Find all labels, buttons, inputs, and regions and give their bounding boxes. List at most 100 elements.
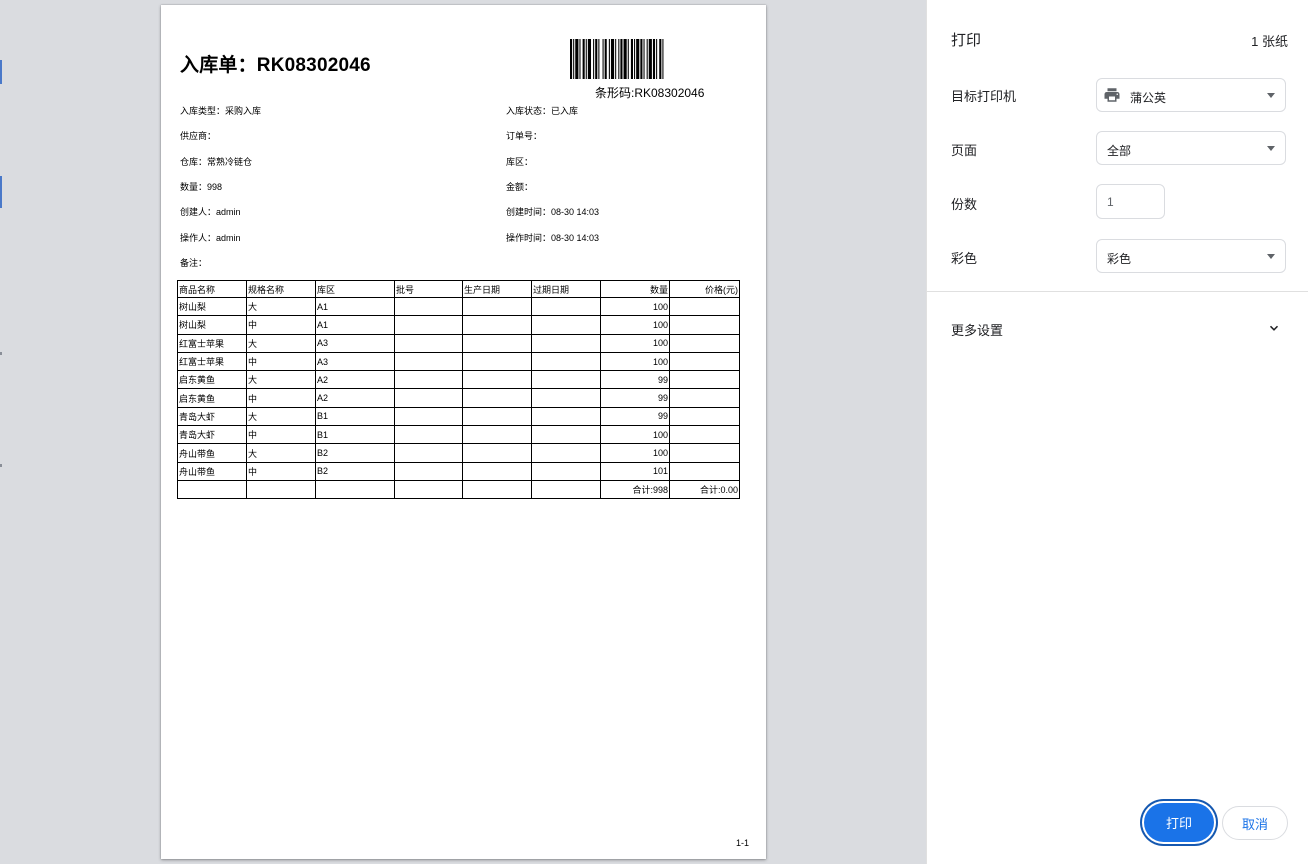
table-cell: [462, 296, 532, 317]
table-cell: [394, 388, 463, 408]
quantity-field: 数量：998: [180, 182, 223, 192]
table-cell: [531, 351, 601, 372]
table-cell: [531, 370, 601, 390]
column-header: 商品名称: [177, 280, 247, 298]
table-cell: [531, 388, 601, 408]
table-cell: [394, 333, 463, 353]
table-cell: 大: [246, 443, 316, 463]
table-cell: 100: [600, 333, 670, 353]
page-number: 1-1: [736, 838, 750, 848]
table-cell: 100: [600, 315, 670, 335]
print-settings-panel: 打印 1 张纸 目标打印机 蒲公英 页面 全部 份数 彩色 彩色 更多设置 打印…: [926, 0, 1308, 864]
table-cell: [669, 388, 740, 408]
column-header: 生产日期: [462, 280, 532, 298]
preview-page: 入库单：RK08302046 条形码:RK08302046 入库类型：采购入库 …: [161, 5, 766, 859]
remark-field: 备注：: [180, 258, 208, 268]
table-cell: 红富士苹果: [177, 333, 247, 353]
table-cell: 100: [600, 443, 670, 463]
document-title: 入库单：RK08302046: [180, 55, 371, 76]
pages-value: 全部: [1107, 144, 1132, 158]
table-cell: [669, 443, 740, 463]
table-cell: A2: [315, 370, 395, 390]
table-cell: [531, 425, 601, 445]
destination-value: 蒲公英: [1130, 91, 1167, 105]
table-cell: 中: [246, 351, 316, 372]
creator-field: 创建人：admin: [180, 207, 241, 217]
destination-select[interactable]: 蒲公英: [1096, 78, 1286, 112]
table-row: 青岛大虾中 B1 100: [177, 425, 740, 445]
items-table: 商品名称 规格名称 库区 批号 生产日期 过期日期 数量 价格(元) 树山梨大 A…: [177, 280, 740, 500]
table-row: 舟山带鱼大 B2 100: [177, 443, 740, 463]
cancel-button[interactable]: 取消: [1222, 806, 1288, 840]
table-cell: [669, 333, 740, 353]
column-header: 数量: [600, 280, 670, 298]
table-cell: 红富士苹果: [177, 351, 247, 372]
table-cell: [462, 406, 532, 427]
table-cell: 99: [600, 388, 670, 408]
table-row: 舟山带鱼中 B2 101: [177, 461, 740, 481]
table-cell: [177, 479, 247, 500]
table-cell: [315, 479, 395, 500]
table-row: 树山梨中 A1 100: [177, 315, 740, 335]
supplier-field: 供应商：: [180, 131, 217, 141]
print-button[interactable]: 打印: [1144, 803, 1214, 842]
table-cell: 树山梨: [177, 315, 247, 335]
pages-label: 页面: [951, 143, 978, 158]
table-cell: [462, 351, 532, 372]
more-settings-toggle[interactable]: 更多设置: [927, 304, 1308, 350]
table-cell: B1: [315, 425, 395, 445]
table-cell: 中: [246, 425, 316, 445]
copies-input[interactable]: [1096, 184, 1165, 219]
copies-label: 份数: [951, 197, 978, 212]
table-cell: A1: [315, 296, 395, 317]
table-cell: 大: [246, 406, 316, 427]
created-time-field: 创建时间：08-30 14:03: [506, 207, 600, 217]
table-cell: [394, 351, 463, 372]
table-row: 红富士苹果大 A3 100: [177, 333, 740, 353]
dropdown-arrow-icon: [1267, 146, 1275, 151]
column-header: 价格(元): [669, 280, 740, 298]
table-cell: [669, 461, 740, 481]
table-cell: 青岛大虾: [177, 425, 247, 445]
table-cell: [462, 370, 532, 390]
table-cell: [394, 370, 463, 390]
edge-marker: [0, 464, 2, 467]
table-row: 青岛大虾大 B1 99: [177, 406, 740, 427]
table-cell: 大: [246, 370, 316, 390]
table-cell: [246, 479, 316, 500]
table-cell: 青岛大虾: [177, 406, 247, 427]
column-header: 库区: [315, 280, 395, 298]
table-cell: 舟山带鱼: [177, 443, 247, 463]
table-cell: [462, 333, 532, 353]
table-header-row: 商品名称 规格名称 库区 批号 生产日期 过期日期 数量 价格(元): [177, 280, 740, 298]
table-cell: [531, 296, 601, 317]
table-cell: 中: [246, 315, 316, 335]
table-cell: [669, 351, 740, 372]
table-cell: B2: [315, 443, 395, 463]
table-cell: [462, 443, 532, 463]
color-select[interactable]: 彩色: [1096, 239, 1286, 273]
pages-select[interactable]: 全部: [1096, 131, 1286, 165]
edge-marker: [0, 176, 2, 208]
table-cell: [531, 479, 601, 500]
table-cell: A3: [315, 351, 395, 372]
destination-label: 目标打印机: [951, 89, 1017, 104]
column-header: 规格名称: [246, 280, 316, 298]
table-cell: [462, 461, 532, 481]
edge-marker: [0, 60, 2, 84]
table-cell: B2: [315, 461, 395, 481]
more-settings-label: 更多设置: [951, 323, 1004, 338]
table-cell: [394, 443, 463, 463]
table-cell: [531, 333, 601, 353]
table-cell: 101: [600, 461, 670, 481]
table-cell: [394, 315, 463, 335]
order-no-field: 订单号：: [506, 131, 543, 141]
warehouse-field: 仓库：常熟冷链仓: [180, 157, 253, 167]
sheet-count: 1 张纸: [1251, 34, 1288, 49]
amount-field: 金额：: [506, 182, 534, 192]
column-header: 批号: [394, 280, 463, 298]
table-cell: [669, 315, 740, 335]
table-cell: A3: [315, 333, 395, 353]
table-cell: [394, 406, 463, 427]
table-cell: [531, 315, 601, 335]
